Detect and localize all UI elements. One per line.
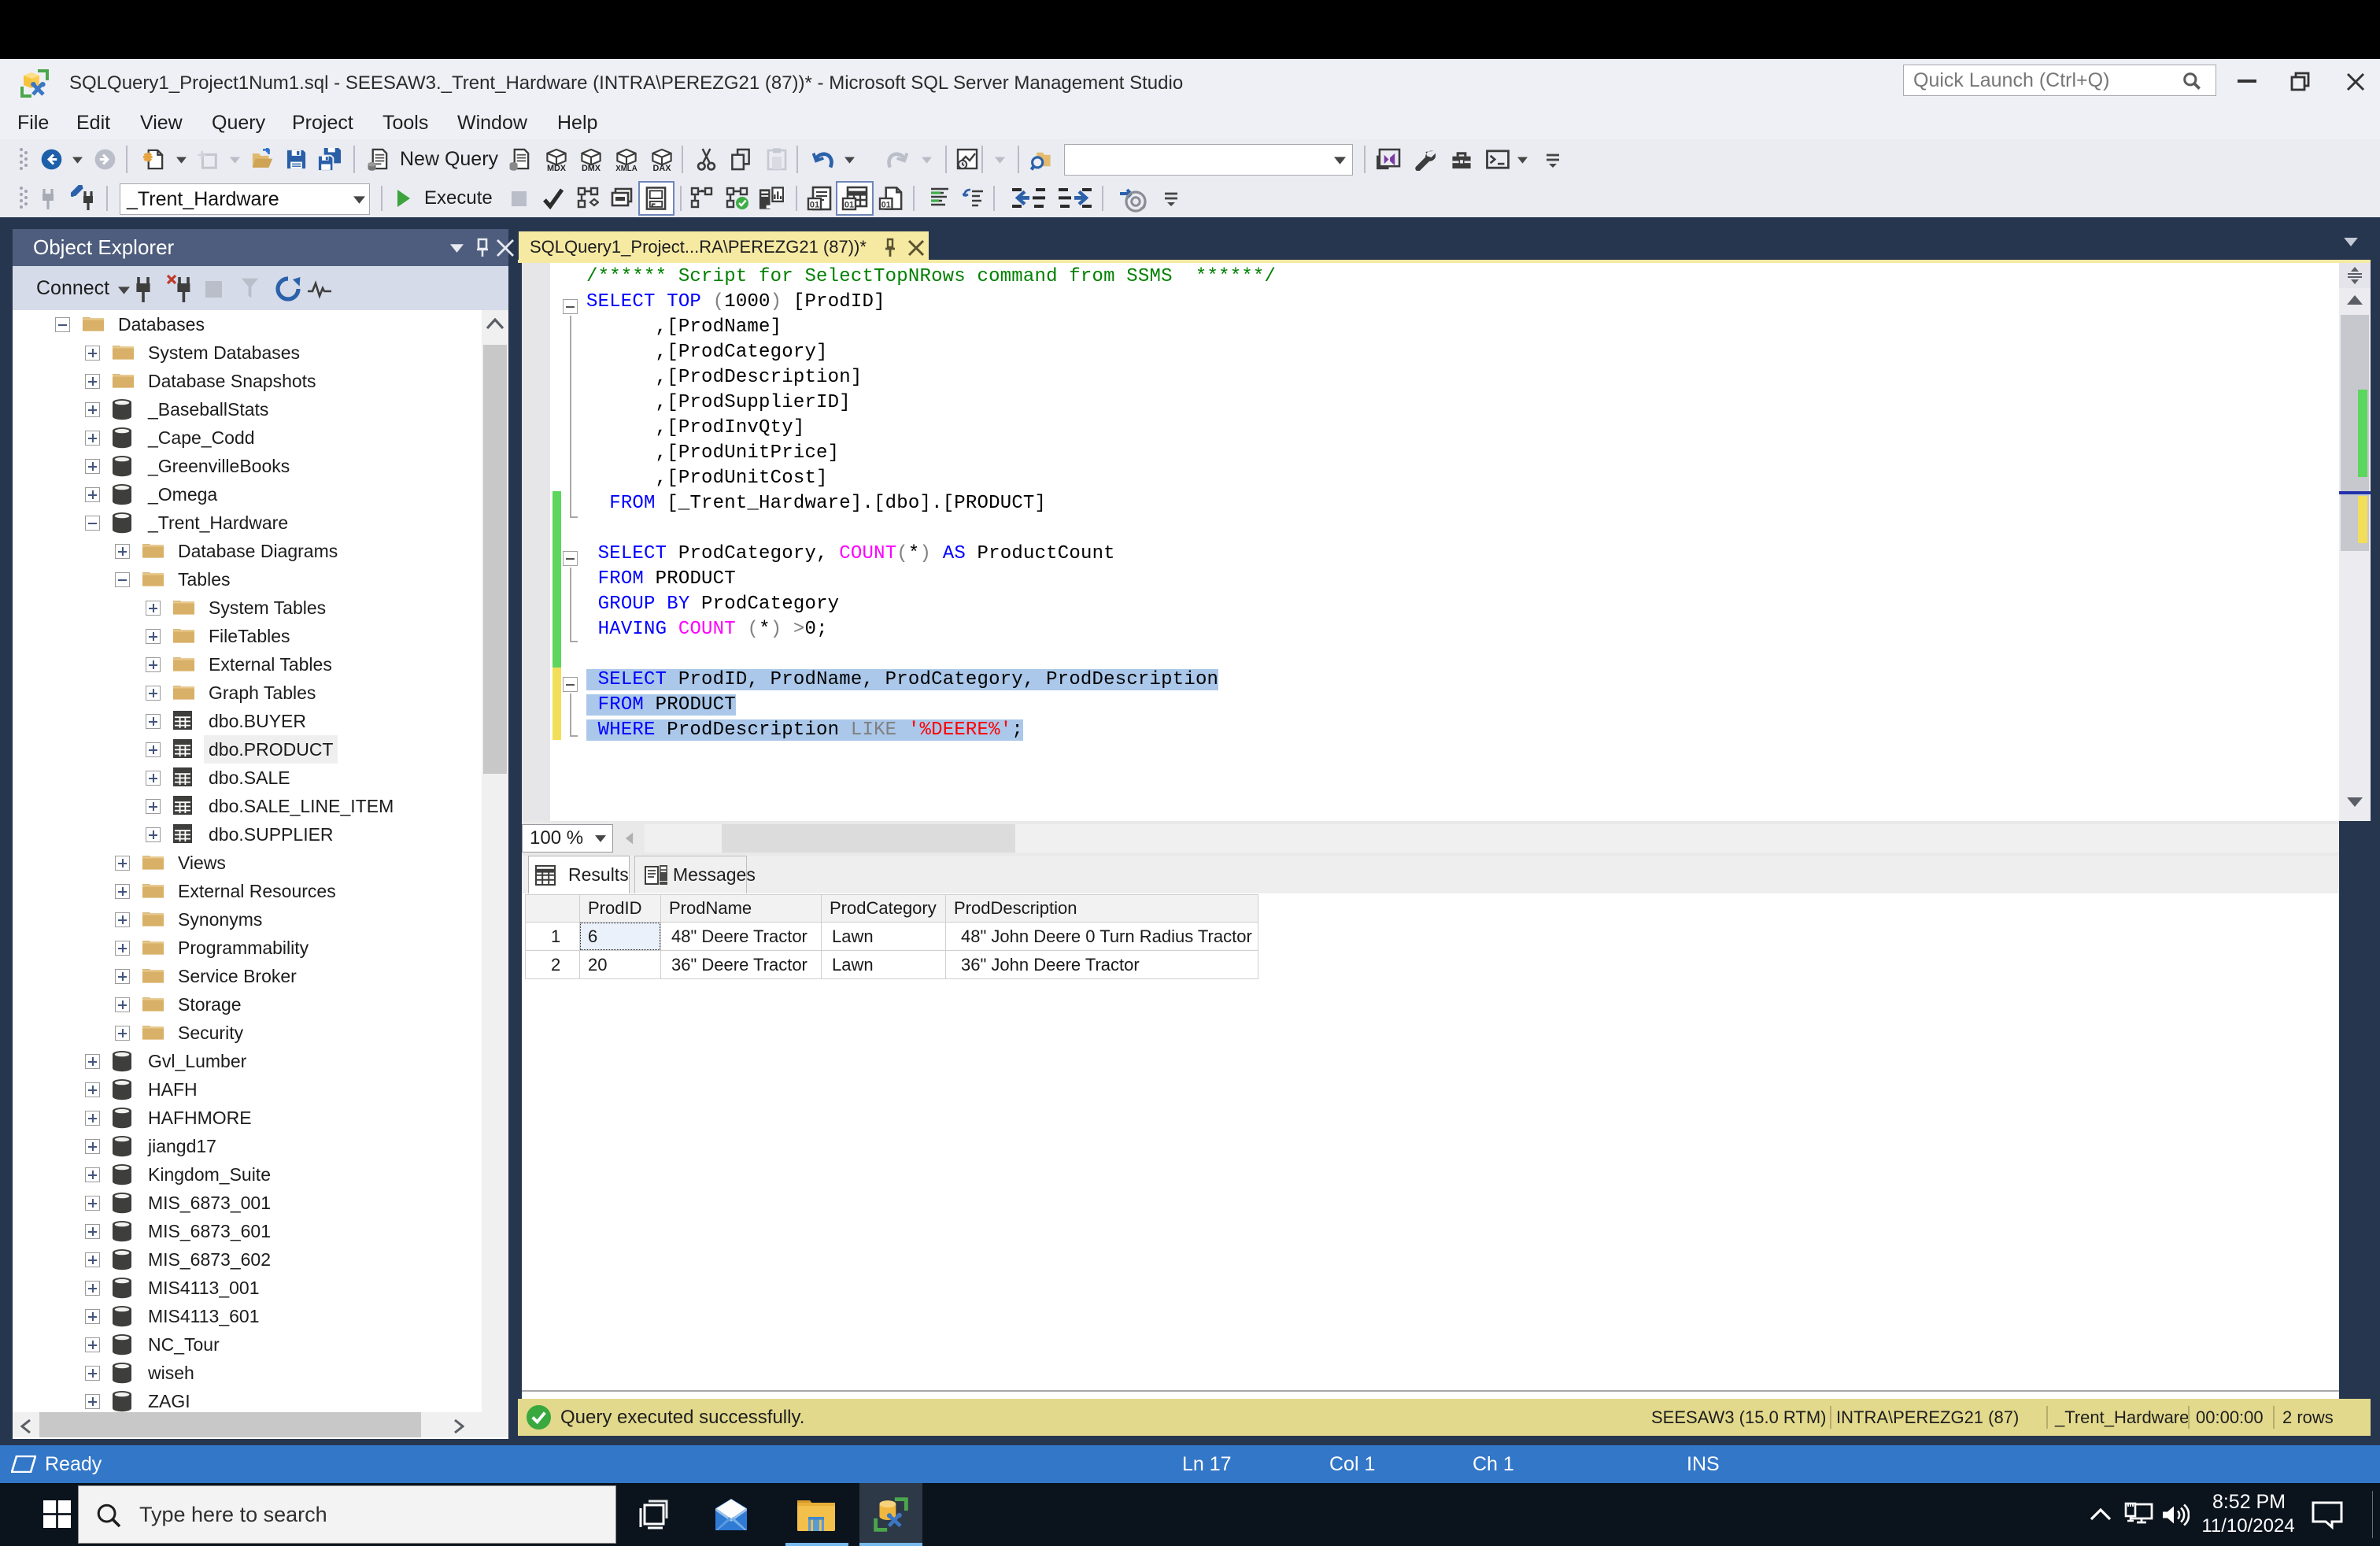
svg-text:XMLA: XMLA bbox=[615, 165, 637, 172]
svg-text:01: 01 bbox=[844, 201, 854, 210]
svg-text:MDX: MDX bbox=[547, 164, 567, 172]
svg-text:01: 01 bbox=[881, 200, 891, 209]
svg-text:DAX: DAX bbox=[653, 164, 672, 172]
svg-text:01: 01 bbox=[810, 201, 819, 210]
svg-text:DMX: DMX bbox=[582, 164, 601, 172]
